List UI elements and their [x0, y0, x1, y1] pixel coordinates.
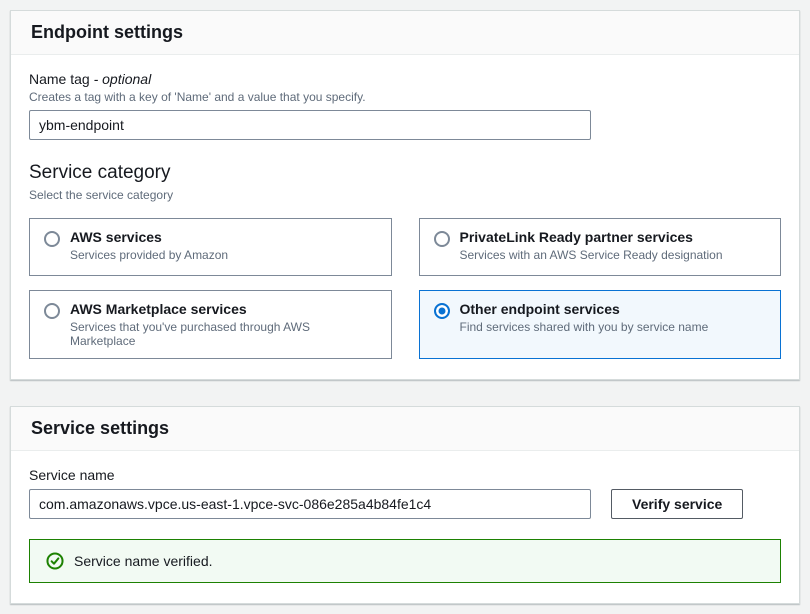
service-category-tiles: AWS services Services provided by Amazon…: [29, 218, 781, 359]
service-name-label: Service name: [29, 467, 781, 483]
service-category-description: Select the service category: [29, 188, 781, 202]
tile-label: Other endpoint services: [460, 301, 709, 317]
tile-aws-services[interactable]: AWS services Services provided by Amazon: [29, 218, 392, 276]
tile-description: Services with an AWS Service Ready desig…: [460, 248, 723, 262]
service-settings-title: Service settings: [31, 418, 779, 439]
tile-aws-marketplace-services[interactable]: AWS Marketplace services Services that y…: [29, 290, 392, 359]
tile-label: AWS Marketplace services: [70, 301, 377, 317]
success-alert: Service name verified.: [29, 539, 781, 583]
verify-service-button[interactable]: Verify service: [611, 489, 743, 519]
success-alert-message: Service name verified.: [74, 553, 213, 569]
radio-privatelink-ready-partner-services[interactable]: [434, 231, 450, 247]
name-tag-input[interactable]: [29, 110, 591, 140]
tile-label: AWS services: [70, 229, 228, 245]
endpoint-settings-body: Name tag - optional Creates a tag with a…: [11, 55, 799, 379]
tile-description: Find services shared with you by service…: [460, 320, 709, 334]
radio-other-endpoint-services[interactable]: [434, 303, 450, 319]
tile-label: PrivateLink Ready partner services: [460, 229, 723, 245]
endpoint-settings-header: Endpoint settings: [11, 11, 799, 55]
name-tag-label-text: Name tag: [29, 71, 90, 87]
radio-aws-services[interactable]: [44, 231, 60, 247]
tile-privatelink-ready-partner-services[interactable]: PrivateLink Ready partner services Servi…: [419, 218, 782, 276]
name-tag-label: Name tag - optional: [29, 71, 781, 87]
name-tag-optional-text: - optional: [94, 71, 152, 87]
endpoint-settings-panel: Endpoint settings Name tag - optional Cr…: [10, 10, 800, 380]
tile-other-endpoint-services[interactable]: Other endpoint services Find services sh…: [419, 290, 782, 359]
service-settings-body: Service name Verify service Service name…: [11, 451, 799, 603]
service-settings-header: Service settings: [11, 407, 799, 451]
service-name-row: Verify service: [29, 483, 781, 519]
tile-description: Services that you've purchased through A…: [70, 320, 377, 348]
tile-description: Services provided by Amazon: [70, 248, 228, 262]
service-category-heading: Service category: [29, 162, 781, 184]
endpoint-settings-title: Endpoint settings: [31, 22, 779, 43]
check-circle-icon: [46, 552, 64, 570]
page: Endpoint settings Name tag - optional Cr…: [0, 0, 810, 614]
service-name-input[interactable]: [29, 489, 591, 519]
radio-aws-marketplace-services[interactable]: [44, 303, 60, 319]
name-tag-description: Creates a tag with a key of 'Name' and a…: [29, 90, 781, 104]
service-settings-panel: Service settings Service name Verify ser…: [10, 406, 800, 604]
